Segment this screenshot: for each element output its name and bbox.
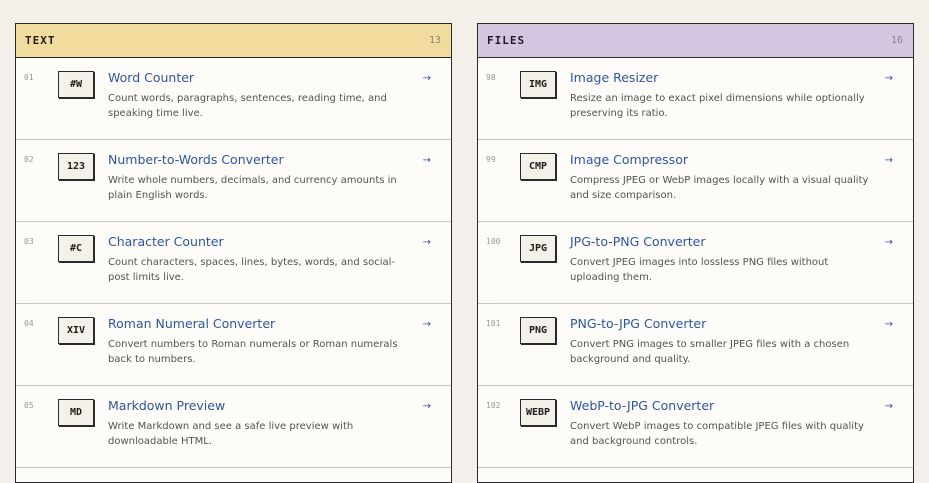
arrow-right-icon[interactable]: →	[423, 155, 431, 166]
tool-badge: IMG	[520, 71, 556, 98]
tool-description: Convert WebP images to compatible JPEG f…	[570, 421, 864, 447]
tool-row-markdown-preview[interactable]: 05 MD Markdown Preview Write Markdown an…	[16, 386, 451, 468]
tool-title-link[interactable]: Word Counter	[108, 70, 194, 85]
tool-title-link[interactable]: PNG-to-JPG Converter	[570, 316, 706, 331]
arrow-right-icon[interactable]: →	[885, 155, 893, 166]
tool-description: Count characters, spaces, lines, bytes, …	[108, 257, 396, 283]
row-number: 102	[486, 401, 501, 410]
tool-description: Convert JPEG images into lossless PNG fi…	[570, 257, 829, 283]
tool-description: Write Markdown and see a safe live previ…	[108, 421, 354, 447]
tool-badge: PNG	[520, 317, 556, 344]
arrow-right-icon[interactable]: →	[885, 73, 893, 84]
tool-row-image-resizer[interactable]: 98 IMG Image Resizer Resize an image to …	[478, 58, 913, 140]
tool-badge: JPG	[520, 235, 556, 262]
tool-title-link[interactable]: Roman Numeral Converter	[108, 316, 275, 331]
tool-row-webp-to-jpg[interactable]: 102 WEBP WebP-to-JPG Converter Convert W…	[478, 386, 913, 468]
panel-title: FILES	[487, 34, 526, 47]
tool-title-link[interactable]: Image Resizer	[570, 70, 658, 85]
tool-row-png-to-jpg[interactable]: 101 PNG PNG-to-JPG Converter Convert PNG…	[478, 304, 913, 386]
files-tools-panel: FILES 16 98 IMG Image Resizer Resize an …	[477, 23, 914, 483]
row-number: 02	[24, 155, 34, 164]
tool-title-link[interactable]: Character Counter	[108, 234, 224, 249]
tool-badge: XIV	[58, 317, 94, 344]
tool-description: Convert numbers to Roman numerals or Rom…	[108, 339, 398, 365]
tool-badge: MD	[58, 399, 94, 426]
row-number: 99	[486, 155, 496, 164]
tool-row-jpg-to-png[interactable]: 100 JPG JPG-to-PNG Converter Convert JPE…	[478, 222, 913, 304]
panel-title: TEXT	[25, 34, 56, 47]
tool-title-link[interactable]: Markdown Preview	[108, 398, 225, 413]
tool-description: Compress JPEG or WebP images locally wit…	[570, 175, 869, 201]
arrow-right-icon[interactable]: →	[423, 401, 431, 412]
arrow-right-icon[interactable]: →	[423, 237, 431, 248]
tool-description: Count words, paragraphs, sentences, read…	[108, 93, 387, 119]
tool-description: Resize an image to exact pixel dimension…	[570, 93, 865, 119]
tool-title-link[interactable]: WebP-to-JPG Converter	[570, 398, 714, 413]
arrow-right-icon[interactable]: →	[885, 237, 893, 248]
row-number: 04	[24, 319, 34, 328]
panel-count: 16	[890, 35, 903, 46]
tool-title-link[interactable]: Number-to-Words Converter	[108, 152, 284, 167]
tool-description: Write whole numbers, decimals, and curre…	[108, 175, 397, 201]
arrow-right-icon[interactable]: →	[885, 401, 893, 412]
panel-count: 13	[428, 35, 441, 46]
tool-row-number-to-words[interactable]: 02 123 Number-to-Words Converter Write w…	[16, 140, 451, 222]
tool-title-link[interactable]: Image Compressor	[570, 152, 688, 167]
row-number: 05	[24, 401, 34, 410]
arrow-right-icon[interactable]: →	[423, 73, 431, 84]
tool-badge: #C	[58, 235, 94, 262]
row-number: 101	[486, 319, 501, 328]
tool-title-link[interactable]: JPG-to-PNG Converter	[570, 234, 706, 249]
tool-row-image-compressor[interactable]: 99 CMP Image Compressor Compress JPEG or…	[478, 140, 913, 222]
text-tools-panel: TEXT 13 01 #W Word Counter Count words, …	[15, 23, 452, 483]
tool-row-roman-numeral[interactable]: 04 XIV Roman Numeral Converter Convert n…	[16, 304, 451, 386]
panel-header: FILES 16	[478, 24, 913, 58]
row-number: 01	[24, 73, 34, 82]
row-number: 03	[24, 237, 34, 246]
row-number: 100	[486, 237, 501, 246]
tool-row-character-counter[interactable]: 03 #C Character Counter Count characters…	[16, 222, 451, 304]
arrow-right-icon[interactable]: →	[423, 319, 431, 330]
tool-badge: #W	[58, 71, 94, 98]
arrow-right-icon[interactable]: →	[885, 319, 893, 330]
tool-row-word-counter[interactable]: 01 #W Word Counter Count words, paragrap…	[16, 58, 451, 140]
tool-description: Convert PNG images to smaller JPEG files…	[570, 339, 850, 365]
tool-badge: CMP	[520, 153, 556, 180]
tool-badge: 123	[58, 153, 94, 180]
row-number: 98	[486, 73, 496, 82]
panel-header: TEXT 13	[16, 24, 451, 58]
tool-badge: WEBP	[520, 399, 556, 426]
